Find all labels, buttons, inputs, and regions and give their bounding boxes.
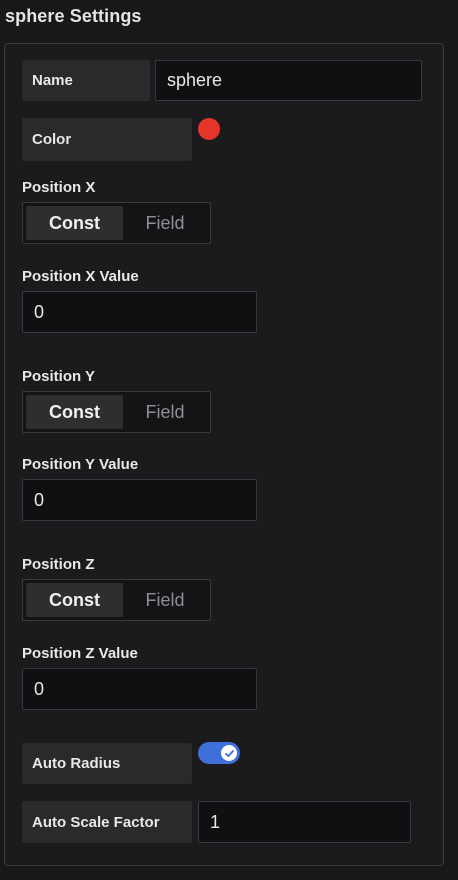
position-y-value-input[interactable]	[22, 479, 257, 521]
position-z-const-button[interactable]: Const	[26, 583, 123, 617]
position-y-const-button[interactable]: Const	[26, 395, 123, 429]
auto-radius-label: Auto Radius	[22, 743, 192, 784]
position-z-label: Position Z	[22, 556, 95, 573]
position-z-value-label: Position Z Value	[22, 645, 138, 662]
name-input[interactable]	[155, 60, 422, 101]
position-y-value-label: Position Y Value	[22, 456, 139, 473]
position-x-mode-toggle: Const Field	[22, 202, 211, 244]
position-z-field-button[interactable]: Field	[123, 583, 207, 617]
position-x-const-button[interactable]: Const	[26, 206, 123, 240]
position-x-label: Position X	[22, 179, 96, 196]
position-y-label: Position Y	[22, 368, 96, 385]
toggle-knob	[221, 745, 237, 761]
auto-radius-toggle[interactable]	[198, 742, 240, 764]
name-label: Name	[22, 60, 150, 101]
position-x-value-input[interactable]	[22, 291, 257, 333]
position-z-value-input[interactable]	[22, 668, 257, 710]
position-z-mode-toggle: Const Field	[22, 579, 211, 621]
auto-scale-factor-label: Auto Scale Factor	[22, 801, 192, 843]
panel-title: sphere Settings	[5, 6, 142, 26]
position-y-field-button[interactable]: Field	[123, 395, 207, 429]
position-y-mode-toggle: Const Field	[22, 391, 211, 433]
position-x-field-button[interactable]: Field	[123, 206, 207, 240]
auto-scale-factor-input[interactable]	[198, 801, 411, 843]
position-x-value-label: Position X Value	[22, 268, 139, 285]
color-swatch[interactable]	[198, 118, 220, 140]
check-icon	[224, 749, 234, 757]
color-label: Color	[22, 118, 192, 161]
